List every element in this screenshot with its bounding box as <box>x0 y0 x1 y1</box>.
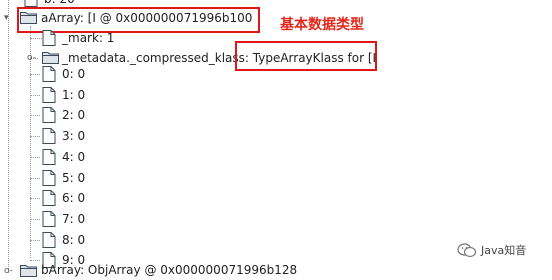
document-icon <box>42 210 56 227</box>
tree-row-label: 4: 0 <box>62 149 86 164</box>
document-icon <box>42 169 56 186</box>
tree-row-label: _mark: 1 <box>62 31 115 45</box>
folder-icon <box>42 52 59 64</box>
tree-connector <box>30 74 40 75</box>
document-icon <box>42 30 56 46</box>
annotation-primitive-type: 基本数据类型 <box>280 17 364 33</box>
tree-connector <box>30 94 40 96</box>
highlight-box-klass <box>235 41 377 71</box>
tree-connector <box>30 260 40 262</box>
tree-row-label: bArray: ObjArray @ 0x000000071996b128 <box>41 263 298 277</box>
document-icon <box>24 0 38 7</box>
tree-connector <box>30 198 40 200</box>
tree-row-label: 1: 0 <box>62 87 86 102</box>
tree-row-label: 2: 0 <box>62 108 86 123</box>
document-icon <box>42 231 56 248</box>
watermark-text: Java知音 <box>481 244 527 257</box>
tree-row-label: 5: 0 <box>62 170 86 185</box>
tree-row-label: 3: 0 <box>62 129 86 144</box>
document-icon <box>42 107 56 124</box>
wechat-icon <box>457 243 477 258</box>
document-icon <box>42 66 56 82</box>
folder-icon <box>20 265 37 277</box>
tree-connector <box>30 177 40 179</box>
expand-toggle-icon[interactable]: o- <box>4 266 13 276</box>
tree-root-guide <box>8 0 9 273</box>
tree-row-label: 7: 0 <box>62 211 86 226</box>
tree-connector <box>30 156 40 158</box>
tree-row-label: 6: 0 <box>62 191 86 206</box>
collapse-toggle-icon[interactable]: ▾ <box>4 13 9 23</box>
tree-connector <box>30 136 40 138</box>
watermark: Java知音 <box>457 241 549 259</box>
tree-row-label: 0: 0 <box>62 67 86 81</box>
document-icon <box>42 128 56 145</box>
expand-toggle-icon[interactable]: o- <box>27 53 36 63</box>
document-icon <box>42 190 56 207</box>
document-icon <box>42 148 56 165</box>
tree-connector <box>30 115 40 117</box>
document-icon <box>42 86 56 103</box>
tree-connector <box>30 218 40 220</box>
tree-row-label: 8: 0 <box>62 232 86 247</box>
tree-connector <box>30 239 40 241</box>
tree-connector <box>30 38 42 39</box>
